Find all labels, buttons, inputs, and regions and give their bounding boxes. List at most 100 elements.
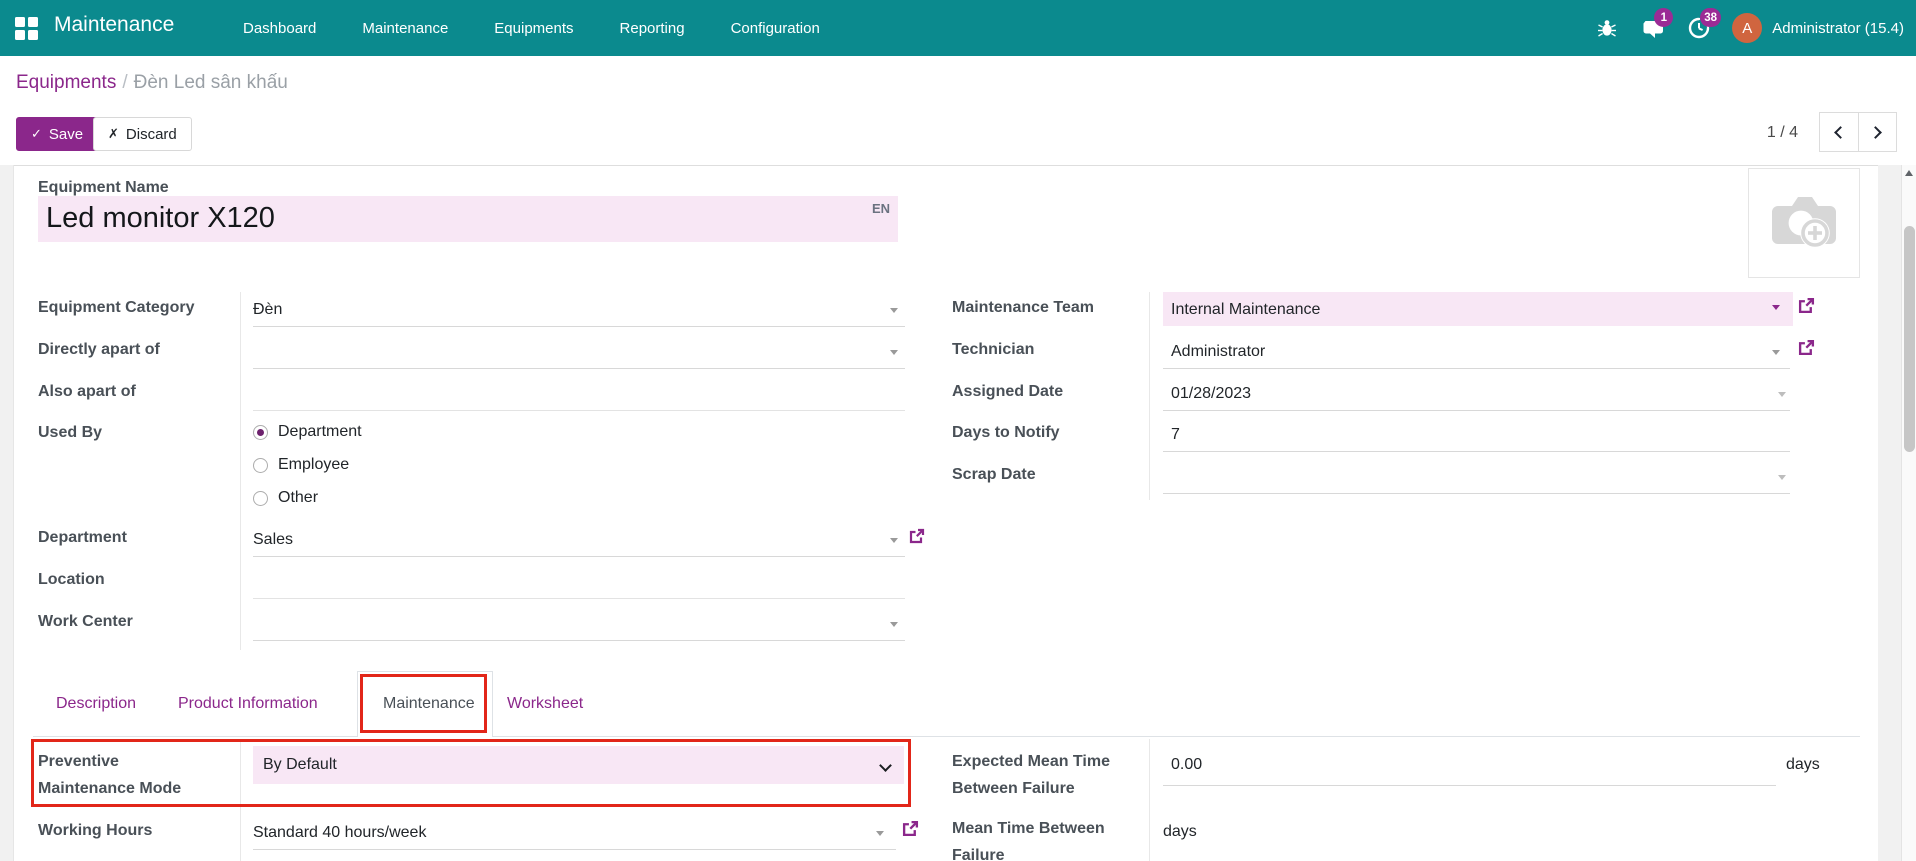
scrap-date-dropdown-icon[interactable] <box>1778 475 1786 480</box>
working-hours-dropdown-icon[interactable] <box>876 831 884 836</box>
radio-label: Department <box>278 422 362 442</box>
activities-count-badge: 38 <box>1700 8 1721 27</box>
mtbf-unit: days <box>1163 822 1197 842</box>
technician-value[interactable]: Administrator <box>1171 342 1265 362</box>
assigned-date-dropdown-icon[interactable] <box>1778 392 1786 397</box>
tab-product-information[interactable]: Product Information <box>178 695 318 713</box>
department-value[interactable]: Sales <box>253 530 293 550</box>
pager-counter: 1 / 4 <box>1740 124 1798 142</box>
technician-label: Technician <box>952 336 1034 363</box>
scrollbar-thumb[interactable] <box>1904 226 1915 452</box>
breadcrumb: Equipments/Đèn Led sân khấu <box>16 72 288 94</box>
field-underline <box>253 326 905 327</box>
menu-maintenance[interactable]: Maintenance <box>362 20 448 37</box>
apps-menu-icon[interactable] <box>15 17 38 40</box>
maintenance-team-external-link-icon[interactable] <box>1798 297 1815 319</box>
left-gutter <box>0 165 14 861</box>
user-menu[interactable]: A Administrator (15.4) <box>1732 13 1904 43</box>
tab-maintenance[interactable]: Maintenance <box>383 695 475 713</box>
maintenance-team-dropdown-icon[interactable] <box>1772 305 1780 310</box>
technician-dropdown-icon[interactable] <box>1772 350 1780 355</box>
check-icon: ✓ <box>31 126 42 142</box>
tabbar-bottom-border <box>33 736 1860 737</box>
menu-configuration[interactable]: Configuration <box>731 20 820 37</box>
radio-selected-icon[interactable] <box>253 425 268 440</box>
used-by-label: Used By <box>38 419 102 446</box>
main-menu: Dashboard Maintenance Equipments Reporti… <box>243 0 820 56</box>
field-underline <box>1163 493 1790 494</box>
department-external-link-icon[interactable] <box>909 528 925 549</box>
menu-dashboard[interactable]: Dashboard <box>243 20 316 37</box>
days-to-notify-value[interactable]: 7 <box>1171 425 1180 445</box>
location-label: Location <box>38 566 105 593</box>
maintenance-team-value[interactable]: Internal Maintenance <box>1171 300 1320 320</box>
work-center-dropdown-icon[interactable] <box>890 622 898 627</box>
discard-button-label: Discard <box>126 126 177 143</box>
debug-bug-icon[interactable] <box>1594 15 1620 41</box>
translation-lang-badge[interactable]: EN <box>872 201 890 216</box>
left-group-divider <box>240 292 241 650</box>
tab-worksheet[interactable]: Worksheet <box>507 695 583 713</box>
radio-unselected-icon[interactable] <box>253 491 268 506</box>
technician-external-link-icon[interactable] <box>1798 339 1815 361</box>
radio-unselected-icon[interactable] <box>253 458 268 473</box>
topbar-right-cluster: 1 38 A Administrator (15.4) <box>1594 0 1904 56</box>
field-underline <box>1163 410 1790 411</box>
expected-mtbf-value[interactable]: 0.00 <box>1171 755 1202 775</box>
odoo-maintenance-app: Maintenance Dashboard Maintenance Equipm… <box>0 0 1916 861</box>
assigned-date-label: Assigned Date <box>952 378 1063 405</box>
radio-label: Employee <box>278 455 349 475</box>
equipment-category-value[interactable]: Đèn <box>253 300 282 320</box>
app-title[interactable]: Maintenance <box>54 13 174 37</box>
working-hours-external-link-icon[interactable] <box>902 820 919 842</box>
field-underline <box>253 368 905 369</box>
maintenance-team-label: Maintenance Team <box>952 294 1147 321</box>
field-underline <box>253 556 905 557</box>
mtbf-label: Mean Time Between Failure <box>952 815 1142 861</box>
activities-menu[interactable]: 38 <box>1686 15 1712 41</box>
menu-equipments[interactable]: Equipments <box>494 20 573 37</box>
radio-label: Other <box>278 488 318 508</box>
tab-description[interactable]: Description <box>56 695 136 713</box>
equipment-image-placeholder[interactable] <box>1748 168 1860 278</box>
department-label: Department <box>38 524 127 551</box>
field-underline <box>1163 451 1790 452</box>
preventive-mode-value: By Default <box>263 755 337 775</box>
equipment-category-label: Equipment Category <box>38 294 194 321</box>
also-apart-label: Also apart of <box>38 378 136 405</box>
messages-menu[interactable]: 1 <box>1640 15 1666 41</box>
discard-button[interactable]: ✗ Discard <box>93 117 192 151</box>
preventive-mode-select[interactable]: By Default <box>253 746 904 784</box>
work-center-label: Work Center <box>38 608 133 635</box>
messages-count-badge: 1 <box>1654 8 1673 27</box>
breadcrumb-parent-link[interactable]: Equipments <box>16 72 116 93</box>
select-chevron-down-icon <box>879 759 892 772</box>
close-icon: ✗ <box>108 126 119 142</box>
used-by-option-department[interactable]: Department <box>253 422 362 442</box>
chevron-right-icon <box>1869 126 1882 139</box>
menu-reporting[interactable]: Reporting <box>620 20 685 37</box>
field-underline <box>253 410 905 411</box>
pager-previous-button[interactable] <box>1820 113 1858 151</box>
user-avatar: A <box>1732 13 1762 43</box>
assigned-date-value[interactable]: 01/28/2023 <box>1171 384 1251 404</box>
scrollbar-up-arrow-icon[interactable] <box>1905 170 1913 176</box>
breadcrumb-separator: / <box>116 72 133 93</box>
save-button-label: Save <box>49 126 83 143</box>
equipment-name-value[interactable]: Led monitor X120 <box>46 202 275 235</box>
field-underline <box>253 640 905 641</box>
working-hours-value[interactable]: Standard 40 hours/week <box>253 823 426 843</box>
equipment-category-dropdown-icon[interactable] <box>890 308 898 313</box>
field-underline <box>1163 785 1776 786</box>
directly-apart-dropdown-icon[interactable] <box>890 350 898 355</box>
preventive-mode-label: Preventive Maintenance Mode <box>38 748 213 802</box>
save-button[interactable]: ✓ Save <box>16 117 98 151</box>
field-underline <box>253 849 896 850</box>
chevron-left-icon <box>1834 126 1847 139</box>
record-pager <box>1819 112 1897 152</box>
department-dropdown-icon[interactable] <box>890 538 898 543</box>
used-by-option-employee[interactable]: Employee <box>253 455 349 475</box>
pager-next-button[interactable] <box>1858 113 1897 151</box>
user-name: Administrator (15.4) <box>1772 20 1904 37</box>
used-by-option-other[interactable]: Other <box>253 488 318 508</box>
